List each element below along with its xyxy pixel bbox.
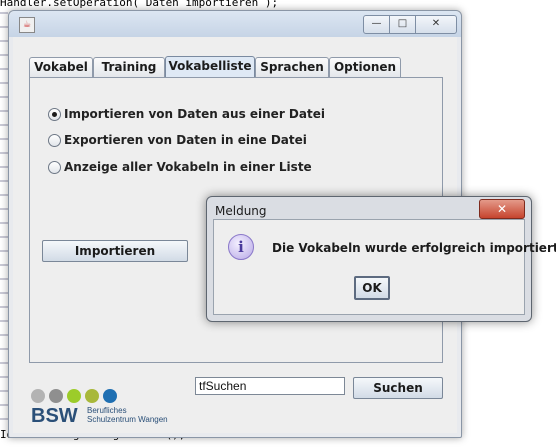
radio-label: Anzeige aller Vokabeln in einer Liste [64, 160, 312, 174]
title-bar[interactable]: ☕ — □ ✕ [9, 11, 461, 37]
radio-button[interactable] [48, 134, 61, 147]
tab-sprachen[interactable]: Sprachen [255, 57, 329, 77]
logo-subtitle: Berufliches Schulzentrum Wangen [87, 406, 168, 424]
message-dialog: Meldung ✕ i Die Vokabeln wurde erfolgrei… [206, 196, 556, 322]
minimize-button[interactable]: — [363, 15, 390, 34]
background-code-line: Handler.setOperation( Daten importieren … [0, 0, 279, 9]
search-button[interactable]: Suchen [353, 377, 443, 399]
logo-dot [85, 389, 99, 403]
radio-button[interactable] [48, 108, 61, 121]
maximize-button[interactable]: □ [389, 15, 416, 34]
logo-text: BSW [31, 405, 78, 427]
radio-label: Exportieren von Daten in eine Datei [64, 133, 307, 147]
search-input[interactable] [195, 377, 345, 395]
logo-dot [103, 389, 117, 403]
dialog-title: Meldung [215, 204, 267, 218]
editor-gutter [0, 12, 8, 428]
logo-subtitle-line1: Berufliches [87, 406, 127, 415]
tab-vokabel[interactable]: Vokabel [29, 57, 93, 77]
tab-vokabelliste[interactable]: Vokabelliste [165, 56, 255, 78]
logo-subtitle-line2: Schulzentrum Wangen [87, 415, 168, 424]
logo-dot [67, 389, 81, 403]
radio-label: Importieren von Daten aus einer Datei [64, 107, 325, 121]
radio-button[interactable] [48, 161, 61, 174]
tab-training[interactable]: Training [93, 57, 165, 77]
radio-selected-dot [52, 112, 57, 117]
java-app-icon: ☕ [19, 17, 35, 33]
tab-optionen[interactable]: Optionen [329, 57, 401, 77]
logo-dot [31, 389, 45, 403]
dialog-message: Die Vokabeln wurde erfolgreich importier… [272, 241, 556, 255]
dialog-close-button[interactable]: ✕ [479, 199, 525, 219]
info-icon: i [228, 234, 254, 260]
logo-dot [49, 389, 63, 403]
close-button[interactable]: ✕ [415, 15, 457, 34]
importieren-button[interactable]: Importieren [42, 240, 188, 262]
dialog-body: i Die Vokabeln wurde erfolgreich importi… [213, 219, 556, 315]
ok-button[interactable]: OK [354, 276, 390, 300]
